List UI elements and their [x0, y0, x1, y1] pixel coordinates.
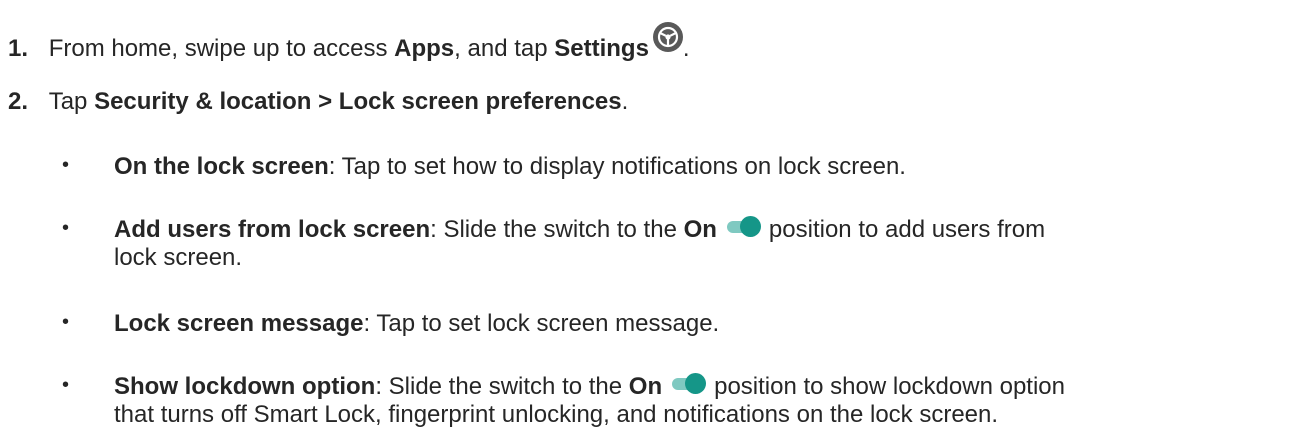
- menu-path-label: Security & location > Lock screen prefer…: [94, 88, 622, 115]
- option-description: : Tap to set lock screen message.: [363, 310, 720, 337]
- option-description: : Tap to set how to display notification…: [328, 153, 906, 180]
- bullet-icon: •: [62, 217, 70, 239]
- option-description: : Slide the switch to the: [375, 373, 629, 400]
- bullet-icon: •: [62, 154, 70, 176]
- option-title: Show lockdown option: [114, 373, 376, 400]
- option-description: position to add users from: [768, 216, 1046, 243]
- step-text: From home, swipe up to access: [48, 35, 395, 62]
- toggle-on-icon: [726, 216, 761, 238]
- instructions-page: 1. From home, swipe up to access Apps, a…: [0, 0, 1291, 437]
- step-number: 2.: [8, 88, 29, 115]
- option-title: Lock screen message: [114, 310, 364, 337]
- on-label: On: [683, 216, 717, 243]
- settings-label: Settings: [554, 35, 649, 62]
- step-text: .: [682, 35, 690, 62]
- option-title: On the lock screen: [114, 153, 329, 180]
- bullet-item-lock-screen-message: Lock screen message: Tap to set lock scr…: [114, 309, 719, 339]
- bullet-item-add-users: Add users from lock screen: Slide the sw…: [114, 215, 1045, 245]
- on-label: On: [628, 373, 663, 400]
- option-description: position to show lockdown option: [714, 373, 1065, 400]
- bullet-item-on-lock-screen: On the lock screen: Tap to set how to di…: [114, 152, 906, 182]
- step-text: .: [621, 88, 629, 115]
- bullet-item-add-users-continued: lock screen.: [114, 244, 243, 271]
- step-text: , and tap: [454, 35, 555, 62]
- gear-icon: [652, 22, 683, 52]
- bullet-icon: •: [62, 374, 70, 396]
- toggle-on-icon: [672, 373, 707, 395]
- option-title: Add users from lock screen: [114, 216, 431, 243]
- bullet-item-show-lockdown-continued: that turns off Smart Lock, fingerprint u…: [114, 401, 999, 428]
- bullet-icon: •: [62, 311, 70, 333]
- bullet-item-show-lockdown: Show lockdown option: Slide the switch t…: [114, 372, 1065, 402]
- step-1: 1. From home, swipe up to access Apps, a…: [8, 22, 690, 64]
- step-2: 2. Tap Security & location > Lock screen…: [8, 87, 628, 117]
- option-description: : Slide the switch to the: [430, 216, 684, 243]
- step-number: 1.: [8, 35, 29, 62]
- step-text: Tap: [48, 88, 95, 115]
- apps-label: Apps: [394, 35, 455, 62]
